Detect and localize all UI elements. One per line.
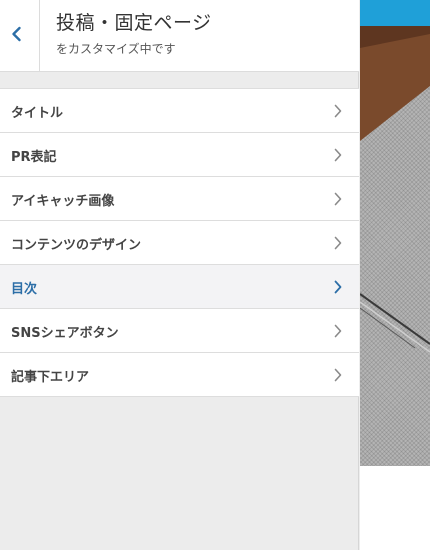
menu-item-label: タイトル	[11, 106, 64, 121]
menu-item-label: アイキャッチ画像	[11, 194, 115, 209]
chevron-right-icon	[334, 104, 342, 118]
section-title: 投稿・固定ページ	[56, 12, 212, 34]
back-button[interactable]	[0, 0, 40, 71]
site-preview[interactable]	[360, 0, 430, 550]
menu-item-label: PR表記	[11, 150, 57, 165]
menu-item-label: 記事下エリア	[11, 370, 90, 385]
customizer-window: 投稿・固定ページ をカスタマイズ中です タイトル PR表記 アイキャッチ画像 コ…	[0, 0, 430, 550]
chevron-right-icon	[334, 148, 342, 162]
menu-item-after-article[interactable]: 記事下エリア	[0, 353, 359, 397]
menu-item-content-design[interactable]: コンテンツのデザイン	[0, 221, 359, 265]
menu-item-label: コンテンツのデザイン	[11, 238, 142, 253]
chevron-right-icon	[334, 280, 342, 294]
chevron-right-icon	[334, 192, 342, 206]
chevron-left-icon	[12, 26, 21, 42]
preview-content-area	[360, 466, 430, 550]
hero-photo-shapes	[360, 26, 430, 353]
menu-item-sns-share[interactable]: SNSシェアボタン	[0, 309, 359, 353]
menu-item-toc[interactable]: 目次	[0, 265, 359, 309]
menu-item-title[interactable]: タイトル	[0, 89, 359, 133]
section-header: 投稿・固定ページ をカスタマイズ中です	[0, 0, 359, 72]
menu-item-pr-label[interactable]: PR表記	[0, 133, 359, 177]
menu-item-label: SNSシェアボタン	[11, 326, 119, 341]
customizer-sidebar: 投稿・固定ページ をカスタマイズ中です タイトル PR表記 アイキャッチ画像 コ…	[0, 0, 359, 550]
chevron-right-icon	[334, 236, 342, 250]
chevron-right-icon	[334, 368, 342, 382]
menu-item-label: 目次	[11, 282, 38, 297]
section-subtitle: をカスタマイズ中です	[56, 42, 176, 56]
preview-header-bar	[360, 0, 430, 26]
chevron-right-icon	[334, 324, 342, 338]
section-menu: タイトル PR表記 アイキャッチ画像 コンテンツのデザイン 目次 SNSシェアボ…	[0, 88, 359, 397]
preview-hero-image	[360, 26, 430, 466]
menu-item-eyecatch[interactable]: アイキャッチ画像	[0, 177, 359, 221]
